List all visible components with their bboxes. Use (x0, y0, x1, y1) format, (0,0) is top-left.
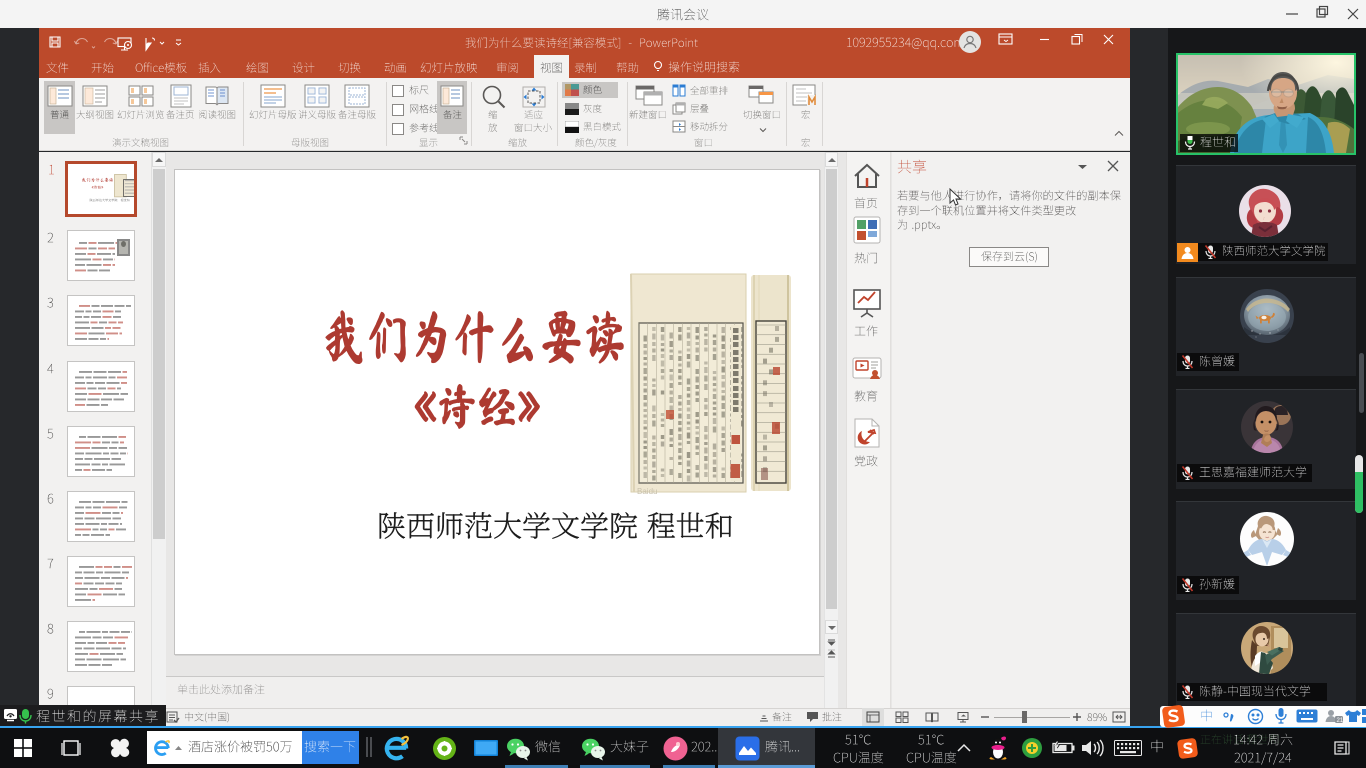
svg-text:21: 21 (1337, 718, 1344, 724)
svg-text:Baidu: Baidu (637, 487, 657, 496)
